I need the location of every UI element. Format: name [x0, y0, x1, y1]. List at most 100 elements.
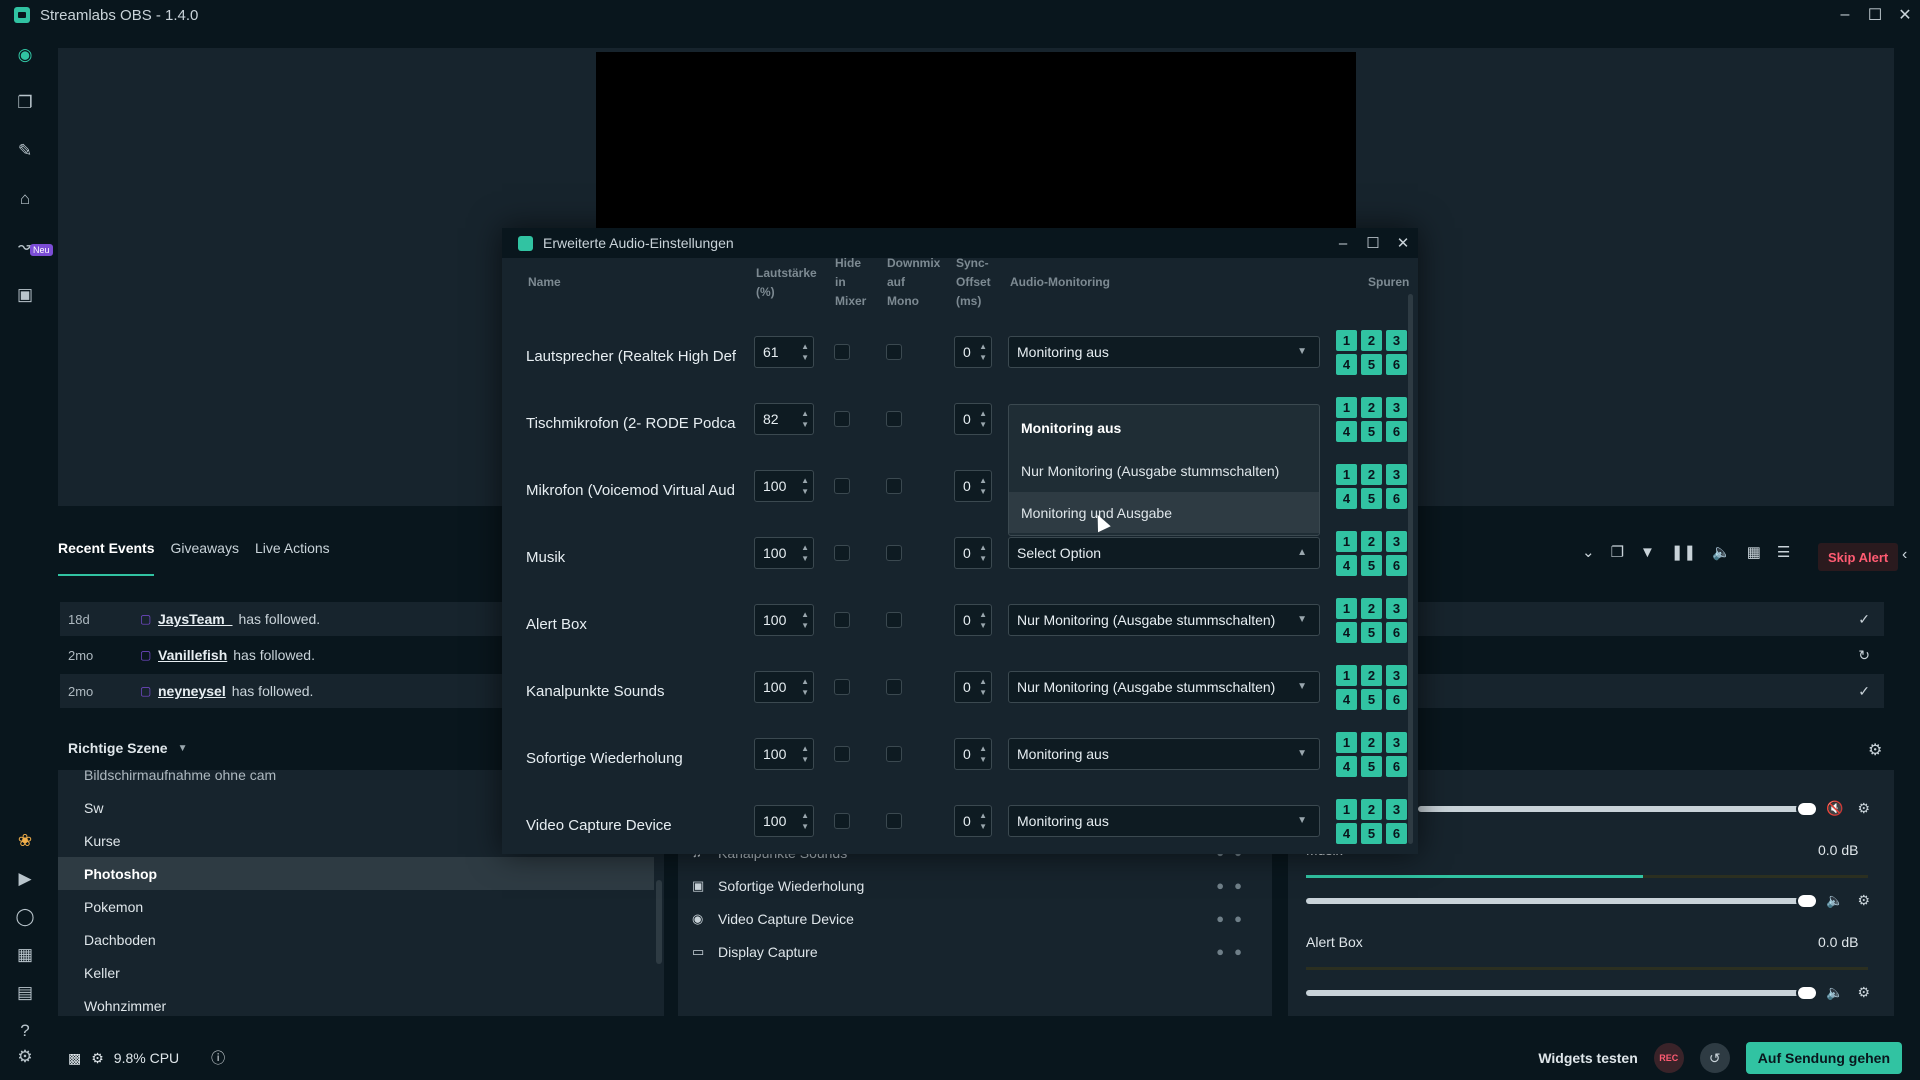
tab-recent-events[interactable]: Recent Events [58, 540, 155, 576]
downmix-mono-checkbox[interactable] [886, 679, 902, 695]
speaker-icon[interactable]: 🔈 [1826, 984, 1843, 1001]
track-toggle[interactable]: 1 [1336, 598, 1357, 619]
tab-giveaways[interactable]: Giveaways [170, 540, 238, 576]
info-icon[interactable]: ⓘ [211, 1048, 225, 1068]
track-toggle[interactable]: 5 [1361, 354, 1382, 375]
track-toggle[interactable]: 1 [1336, 330, 1357, 351]
chevron-down-icon[interactable]: ⌄ [1582, 543, 1595, 561]
grid-view-icon[interactable]: ▦ [1747, 543, 1761, 561]
scene-item[interactable]: Wohnzimmer [58, 989, 654, 1022]
downmix-mono-checkbox[interactable] [886, 746, 902, 762]
scene-item[interactable]: Dachboden [58, 923, 654, 956]
volume-slider[interactable] [1306, 990, 1808, 996]
volume-input[interactable]: 100 ▲ ▼ [754, 671, 814, 703]
volume-slider-knob[interactable] [1796, 985, 1818, 1001]
hide-in-mixer-checkbox[interactable] [834, 612, 850, 628]
track-toggle[interactable]: 5 [1361, 488, 1382, 509]
track-toggle[interactable]: 3 [1386, 732, 1407, 753]
hide-in-mixer-checkbox[interactable] [834, 478, 850, 494]
replay-nav-icon[interactable]: ▶ [14, 868, 36, 890]
sync-offset-input[interactable]: 0 ▲ ▼ [954, 336, 992, 368]
lock-visibility-icons[interactable]: ●● [1216, 878, 1252, 893]
record-button[interactable]: REC [1653, 1043, 1684, 1073]
track-toggle[interactable]: 2 [1361, 330, 1382, 351]
track-toggle[interactable]: 3 [1386, 330, 1407, 351]
track-toggle[interactable]: 5 [1361, 555, 1382, 576]
dialog-maximize-icon[interactable]: ☐ [1358, 228, 1388, 258]
scene-item[interactable]: Keller [58, 956, 654, 989]
hide-in-mixer-checkbox[interactable] [834, 344, 850, 360]
replay-buffer-icon[interactable]: ↺ [1699, 1043, 1730, 1073]
hide-in-mixer-checkbox[interactable] [834, 545, 850, 561]
track-toggle[interactable]: 5 [1361, 622, 1382, 643]
track-toggle[interactable]: 2 [1361, 732, 1382, 753]
tab-live-actions[interactable]: Live Actions [255, 540, 330, 576]
track-toggle[interactable]: 3 [1386, 799, 1407, 820]
track-toggle[interactable]: 3 [1386, 464, 1407, 485]
hide-in-mixer-checkbox[interactable] [834, 411, 850, 427]
track-toggle[interactable]: 1 [1336, 464, 1357, 485]
track-toggle[interactable]: 6 [1386, 555, 1407, 576]
downmix-mono-checkbox[interactable] [886, 813, 902, 829]
track-toggle[interactable]: 5 [1361, 823, 1382, 844]
editor-icon[interactable]: ✎ [14, 140, 36, 162]
chat-icon[interactable]: ◯ [14, 906, 36, 928]
sync-offset-input[interactable]: 0 ▲ ▼ [954, 738, 992, 770]
track-toggle[interactable]: 1 [1336, 531, 1357, 552]
check-icon[interactable]: ✓ [1858, 611, 1870, 628]
hide-in-mixer-checkbox[interactable] [834, 746, 850, 762]
track-toggle[interactable]: 3 [1386, 665, 1407, 686]
volume-slider[interactable] [1306, 898, 1808, 904]
studio-mode-icon[interactable]: ◉ [14, 44, 36, 66]
track-toggle[interactable]: 5 [1361, 756, 1382, 777]
downmix-mono-checkbox[interactable] [886, 612, 902, 628]
sync-offset-input[interactable]: 0 ▲ ▼ [954, 403, 992, 435]
audio-monitoring-select-open[interactable]: Select Option ▲ [1008, 537, 1320, 569]
track-toggle[interactable]: 2 [1361, 531, 1382, 552]
track-toggle[interactable]: 6 [1386, 354, 1407, 375]
audio-monitoring-select[interactable]: Monitoring aus ▼ [1008, 738, 1320, 770]
layout-icon[interactable]: ▦ [14, 944, 36, 966]
audio-monitoring-select[interactable]: Monitoring aus ▼ [1008, 336, 1320, 368]
volume-input[interactable]: 100 ▲ ▼ [754, 805, 814, 837]
minimize-icon[interactable]: – [1830, 0, 1860, 30]
track-toggle[interactable]: 6 [1386, 622, 1407, 643]
event-user-link[interactable]: Vanillefish [158, 647, 227, 663]
volume-input[interactable]: 100 ▲ ▼ [754, 738, 814, 770]
maximize-icon[interactable]: ☐ [1860, 0, 1890, 30]
audio-monitoring-select[interactable]: Nur Monitoring (Ausgabe stummschalten) ▼ [1008, 671, 1320, 703]
track-toggle[interactable]: 1 [1336, 665, 1357, 686]
widgets-test-button[interactable]: Widgets testen [1538, 1050, 1637, 1066]
pause-icon[interactable]: ❚❚ [1671, 543, 1696, 561]
source-item[interactable]: ◉ Video Capture Device ●● [692, 902, 1252, 935]
source-item[interactable]: ▣ Sofortige Wiederholung ●● [692, 869, 1252, 902]
track-toggle[interactable]: 2 [1361, 598, 1382, 619]
scene-collection-selector[interactable]: Richtige Szene ▼ [68, 740, 188, 756]
downmix-mono-checkbox[interactable] [886, 411, 902, 427]
event-user-link[interactable]: neyneysel [158, 683, 226, 699]
audio-monitoring-select[interactable]: Nur Monitoring (Ausgabe stummschalten) ▼ [1008, 604, 1320, 636]
sync-offset-input[interactable]: 0 ▲ ▼ [954, 470, 992, 502]
sync-offset-input[interactable]: 0 ▲ ▼ [954, 805, 992, 837]
refresh-icon[interactable]: ↻ [1858, 647, 1870, 664]
track-toggle[interactable]: 4 [1336, 756, 1357, 777]
hide-in-mixer-checkbox[interactable] [834, 813, 850, 829]
list-view-icon[interactable]: ☰ [1777, 543, 1790, 561]
store-icon[interactable]: ⌂ [14, 188, 36, 210]
chevron-left-icon[interactable]: ‹ [1902, 546, 1907, 564]
lock-visibility-icons[interactable]: ●● [1216, 911, 1252, 926]
volume-input[interactable]: 100 ▲ ▼ [754, 604, 814, 636]
track-toggle[interactable]: 4 [1336, 421, 1357, 442]
track-toggle[interactable]: 4 [1336, 689, 1357, 710]
sync-offset-input[interactable]: 0 ▲ ▼ [954, 671, 992, 703]
track-toggle[interactable]: 4 [1336, 354, 1357, 375]
dialog-scrollbar[interactable] [1408, 294, 1413, 844]
track-toggle[interactable]: 2 [1361, 665, 1382, 686]
scene-item-active[interactable]: Photoshop [58, 857, 654, 890]
dropdown-option-monitoring-off[interactable]: Monitoring aus [1009, 407, 1319, 448]
volume-input[interactable]: 100 ▲ ▼ [754, 537, 814, 569]
audio-monitoring-select[interactable]: Monitoring aus ▼ [1008, 805, 1320, 837]
dialog-close-icon[interactable]: ✕ [1388, 228, 1418, 258]
track-toggle[interactable]: 2 [1361, 397, 1382, 418]
track-toggle[interactable]: 3 [1386, 397, 1407, 418]
